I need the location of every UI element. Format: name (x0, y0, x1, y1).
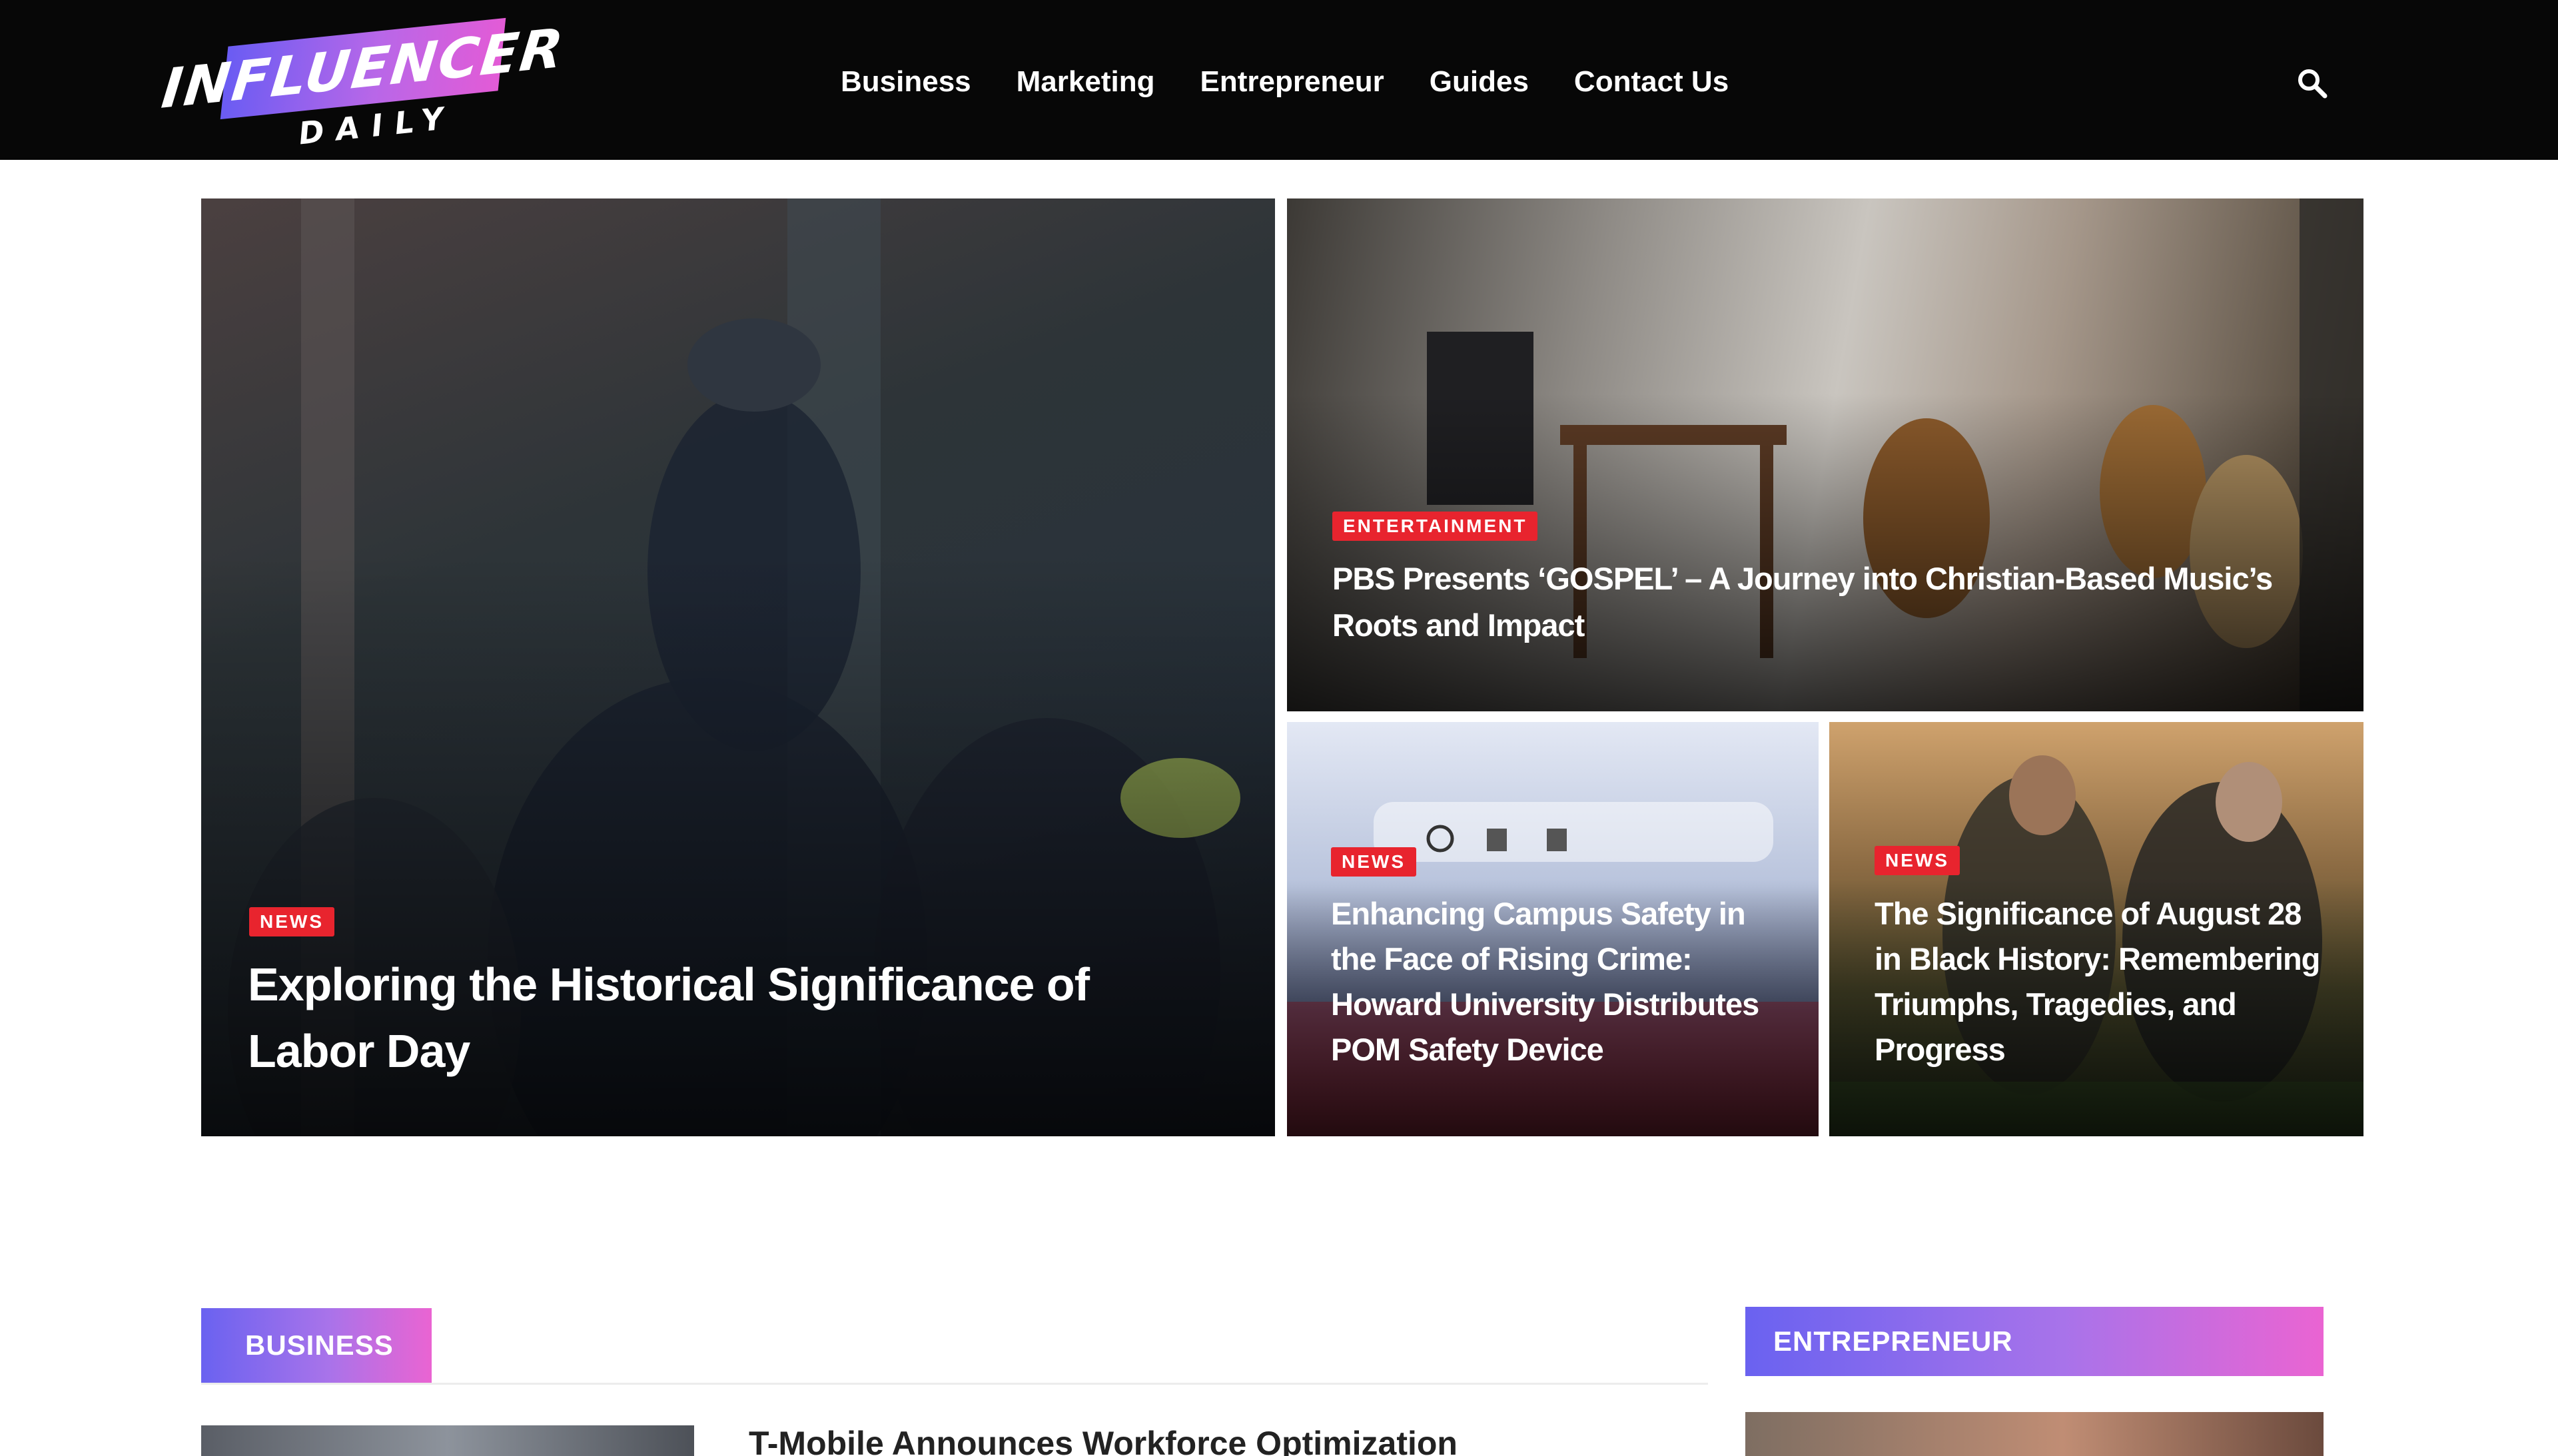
hero-top-right-title[interactable]: PBS Presents ‘GOSPEL’ – A Journey into C… (1332, 555, 2332, 649)
nav-guides[interactable]: Guides (1430, 65, 1529, 99)
category-badge[interactable]: NEWS (1875, 846, 1960, 875)
section-divider (201, 1383, 1708, 1385)
section-header-entrepreneur[interactable]: ENTREPRENEUR (1745, 1307, 2324, 1376)
category-badge[interactable]: ENTERTAINMENT (1332, 512, 1538, 541)
category-badge[interactable]: NEWS (1331, 847, 1416, 877)
category-badge[interactable]: NEWS (249, 907, 334, 936)
entrepreneur-post-thumbnail[interactable] (1745, 1412, 2324, 1456)
search-icon[interactable] (2296, 67, 2328, 99)
hero-bottom-right-card[interactable]: NEWS The Significance of August 28 in Bl… (1829, 722, 2363, 1136)
hero-bottom-right-title[interactable]: The Significance of August 28 in Black H… (1875, 891, 2334, 1072)
hero-bottom-left-title[interactable]: Enhancing Campus Safety in the Face of R… (1331, 891, 1791, 1072)
nav-business[interactable]: Business (841, 65, 971, 99)
business-post-thumbnail[interactable] (201, 1425, 694, 1456)
nav-contact-us[interactable]: Contact Us (1574, 65, 1729, 99)
hero-main-title[interactable]: Exploring the Historical Significance of… (248, 951, 1220, 1084)
site-header: INFLUENCER DAILY Business Marketing Entr… (0, 0, 2558, 160)
section-header-business[interactable]: BUSINESS (201, 1308, 432, 1383)
main-nav: Business Marketing Entrepreneur Guides C… (841, 65, 1729, 99)
site-logo[interactable]: INFLUENCER DAILY (159, 17, 568, 152)
business-post-title[interactable]: T-Mobile Announces Workforce Optimizatio… (749, 1424, 1458, 1456)
nav-marketing[interactable]: Marketing (1017, 65, 1155, 99)
hero-top-right-card[interactable]: ENTERTAINMENT PBS Presents ‘GOSPEL’ – A … (1287, 198, 2363, 711)
hero-bottom-left-card[interactable]: NEWS Enhancing Campus Safety in the Face… (1287, 722, 1819, 1136)
hero-main-card[interactable]: NEWS Exploring the Historical Significan… (201, 198, 1275, 1136)
hero-top-right-overlay (1287, 393, 2363, 711)
nav-entrepreneur[interactable]: Entrepreneur (1200, 65, 1384, 99)
